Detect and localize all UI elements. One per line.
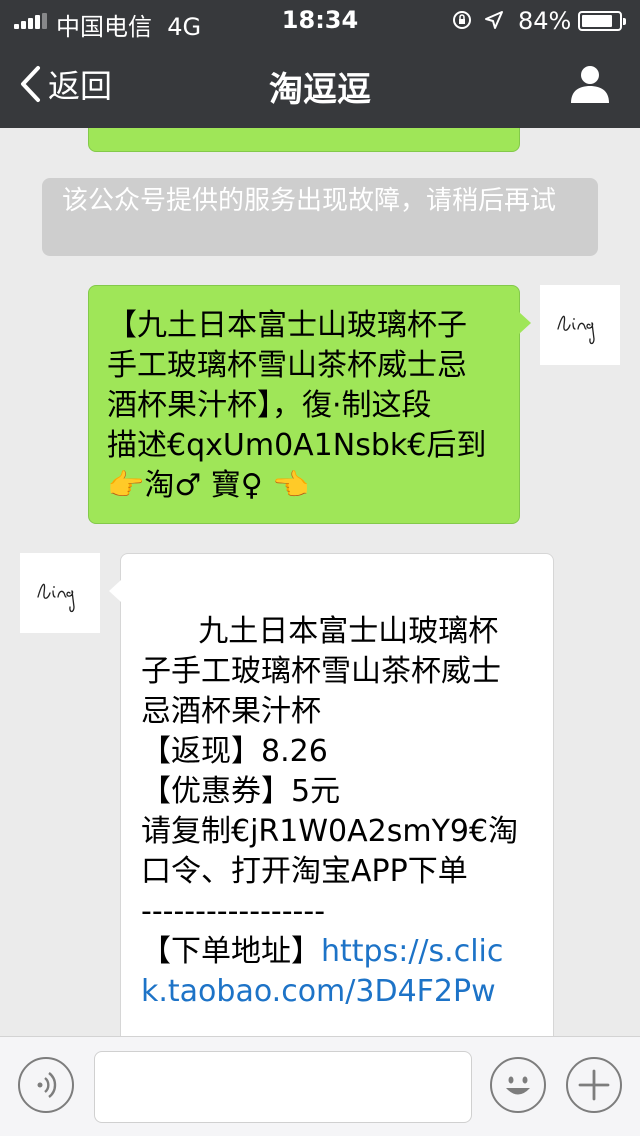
signature-image xyxy=(557,315,595,345)
message-input[interactable] xyxy=(94,1051,472,1123)
battery-icon xyxy=(578,11,626,31)
sender-avatar[interactable] xyxy=(20,553,100,633)
person-icon[interactable] xyxy=(568,64,612,104)
message-line: 👉淘♂ 寶♀ 👈 xyxy=(107,468,310,503)
voice-button[interactable] xyxy=(18,1057,74,1113)
message-line: 【优惠券】5元 xyxy=(141,774,341,809)
order-link[interactable]: k.taobao.com/3D4F2Pw xyxy=(141,972,535,1012)
navigation-bar: 返回 淘逗逗 xyxy=(0,40,640,128)
message-line: 子手工玻璃杯雪山茶杯威士 xyxy=(141,654,501,689)
incoming-message-bubble[interactable]: 九土日本富士山玻璃杯 子手工玻璃杯雪山茶杯威士 忌酒杯果汁杯 【返现】8.26 … xyxy=(109,553,554,1036)
rotation-lock-icon xyxy=(453,11,471,29)
message-line: 【九土日本富士山玻璃杯子 xyxy=(107,308,467,343)
system-message: 该公众号提供的服务出现故障，请稍后再试 xyxy=(42,178,598,256)
outgoing-message-bubble[interactable]: 【九土日本富士山玻璃杯子 手工玻璃杯雪山茶杯威士忌 酒杯果汁杯】，復·制这段 描… xyxy=(88,285,531,524)
more-options-button[interactable] xyxy=(566,1057,622,1113)
signature-image xyxy=(37,583,75,613)
message-line: 忌酒杯果汁杯 xyxy=(141,694,321,729)
message-line: 【下单地址】https://s.clic xyxy=(141,932,535,972)
status-bar: 中国电信 4G 18:34 84% xyxy=(0,0,640,41)
previous-message-bubble[interactable] xyxy=(88,128,520,152)
message-line: 酒杯果汁杯】，復·制这段 xyxy=(107,388,432,423)
emoji-button[interactable] xyxy=(490,1057,546,1113)
location-icon xyxy=(485,11,503,29)
message-line: 口令、打开淘宝APP下单 xyxy=(141,854,468,889)
emoji-icon xyxy=(506,1076,530,1095)
input-bar xyxy=(0,1036,640,1136)
plus-icon xyxy=(578,1069,610,1101)
voice-icon xyxy=(37,1072,57,1098)
message-line: 九土日本富士山玻璃杯 xyxy=(141,614,499,649)
page-title: 淘逗逗 xyxy=(269,70,371,110)
message-line: 请复制€jR1W0A2smY9€淘 xyxy=(141,814,519,849)
message-line: 【返现】8.26 xyxy=(141,734,328,769)
address-label: 【下单地址】 xyxy=(141,934,321,969)
message-line: ----------------- xyxy=(141,894,326,929)
order-link[interactable]: https://s.clic xyxy=(321,934,503,969)
message-line: 描述€qxUm0A1Nsbk€后到 xyxy=(107,428,487,463)
chat-area[interactable]: 该公众号提供的服务出现故障，请稍后再试 【九土日本富士山玻璃杯子 手工玻璃杯雪山… xyxy=(0,128,640,1036)
message-line: 手工玻璃杯雪山茶杯威士忌 xyxy=(107,348,467,383)
my-avatar[interactable] xyxy=(540,285,620,365)
battery-percent: 84% xyxy=(518,7,572,35)
top-bar: 中国电信 4G 18:34 84% 返回 淘逗逗 xyxy=(0,0,640,128)
